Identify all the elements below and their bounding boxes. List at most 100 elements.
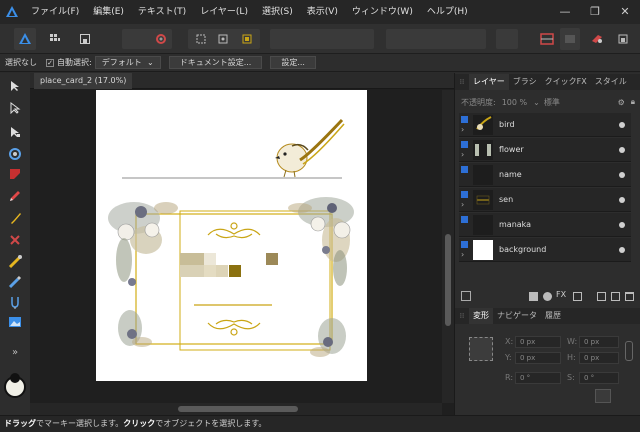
duplicate-layer-icon[interactable] [611, 292, 620, 301]
snap-grid-icon[interactable] [236, 28, 258, 50]
node-tool-icon[interactable] [6, 99, 24, 117]
layer-thumbnail [473, 215, 493, 235]
horizontal-scroll-thumb[interactable] [178, 406, 298, 412]
gradient-tool-icon[interactable] [6, 253, 24, 271]
toolbar-group-align [496, 29, 518, 49]
vertical-scrollbar[interactable] [442, 90, 454, 403]
layer-visibility-toggle[interactable] [619, 147, 625, 153]
opacity-value[interactable]: 100 % [502, 98, 527, 107]
tab-navigator[interactable]: ナビゲータ [493, 308, 541, 324]
snap-bounds-icon[interactable] [190, 28, 212, 50]
menu-view[interactable]: 表示(V) [300, 0, 345, 24]
export-icon[interactable] [612, 28, 634, 50]
artboard-page[interactable] [96, 90, 367, 381]
layer-row-background[interactable]: › background [459, 238, 631, 262]
transform-origin-button[interactable] [595, 389, 611, 403]
view-mode-icon[interactable] [560, 28, 580, 50]
restore-button[interactable]: ❐ [580, 0, 610, 24]
tools-panel: » [0, 73, 30, 415]
tab-styles[interactable]: スタイル [591, 74, 631, 90]
chevron-right-icon[interactable]: › [461, 150, 464, 159]
horizontal-scrollbar[interactable] [30, 403, 442, 415]
group-icon[interactable] [573, 292, 582, 301]
pixel-persona-icon[interactable] [44, 28, 66, 50]
snap-center-icon[interactable] [212, 28, 234, 50]
layer-visibility-toggle[interactable] [619, 122, 625, 128]
assistant-icon[interactable] [586, 28, 608, 50]
deselect-button[interactable]: 選択なし [0, 57, 42, 68]
menu-edit[interactable]: 編集(E) [86, 0, 131, 24]
gear-icon[interactable] [150, 28, 172, 50]
layer-visibility-toggle[interactable] [619, 172, 625, 178]
layer-visibility-toggle[interactable] [619, 222, 625, 228]
menu-window[interactable]: ウィンドウ(W) [345, 0, 420, 24]
layer-row-bird[interactable]: › bird [459, 113, 631, 137]
menu-select[interactable]: 選択(S) [255, 0, 300, 24]
layer-thumbnail [473, 190, 493, 210]
adjustment-icon[interactable] [543, 292, 552, 301]
panel-grip-icon[interactable]: ⁞⁞ [455, 78, 469, 86]
link-icon[interactable] [625, 341, 633, 361]
h-field[interactable]: 0 px [579, 352, 619, 364]
settings-button[interactable]: 設定... [270, 56, 316, 69]
flower-corner-top-left [108, 202, 178, 286]
corner-tool-icon[interactable] [6, 123, 24, 141]
export-persona-icon[interactable] [74, 28, 96, 50]
vector-crop-icon[interactable] [6, 293, 24, 311]
tab-brushes[interactable]: ブラシ [509, 74, 541, 90]
vertical-scroll-thumb[interactable] [445, 234, 451, 326]
menu-file[interactable]: ファイル(F) [24, 0, 86, 24]
pen-tool-icon[interactable] [6, 165, 24, 183]
fill-tool-icon[interactable] [6, 231, 24, 249]
y-field[interactable]: 0 px [515, 352, 561, 364]
layer-stack-icon[interactable] [461, 291, 471, 301]
place-image-icon[interactable] [6, 313, 24, 331]
chevron-right-icon[interactable]: › [461, 125, 464, 134]
tab-transform[interactable]: 変形 [469, 308, 493, 324]
chevron-right-icon[interactable]: › [461, 200, 464, 209]
chevron-right-icon[interactable]: › [461, 250, 464, 259]
transparency-tool-icon[interactable] [6, 273, 24, 291]
gear-icon[interactable]: ⚙ [618, 98, 625, 107]
more-tools-icon[interactable]: » [6, 343, 24, 361]
document-settings-button[interactable]: ドキュメント設定... [168, 56, 263, 69]
point-transform-icon[interactable] [6, 145, 24, 163]
lock-icon[interactable]: 🔒︎ [631, 97, 635, 107]
layer-visibility-toggle[interactable] [619, 247, 625, 253]
canvas-area: place_card_2 (17.0%) [30, 73, 454, 415]
auto-select-checkbox[interactable]: ✓ [46, 58, 54, 67]
brush-tool-icon[interactable] [6, 209, 24, 227]
x-field[interactable]: 0 px [515, 336, 561, 348]
add-layer-icon[interactable] [597, 292, 606, 301]
menu-text[interactable]: テキスト(T) [131, 0, 193, 24]
status-drag-key: ドラッグ [4, 419, 36, 428]
designer-persona-icon[interactable] [14, 28, 36, 50]
layer-row-name[interactable]: name [459, 163, 631, 187]
w-field[interactable]: 0 px [579, 336, 619, 348]
move-tool-icon[interactable] [6, 77, 24, 95]
layer-visibility-toggle[interactable] [619, 197, 625, 203]
close-button[interactable]: ✕ [610, 0, 640, 24]
minimize-button[interactable]: — [550, 0, 580, 24]
blend-mode-select[interactable]: 標準 [544, 97, 604, 108]
menu-help[interactable]: ヘルプ(H) [420, 0, 475, 24]
rotation-field[interactable]: 0 ° [515, 372, 561, 384]
document-tab[interactable]: place_card_2 (17.0%) [34, 73, 133, 89]
fx-icon[interactable]: FX [556, 290, 566, 299]
tab-quickfx[interactable]: クイックFX [541, 74, 591, 90]
tab-layers[interactable]: レイヤー [469, 74, 509, 90]
auto-select-dropdown[interactable]: デフォルト ⌄ [94, 56, 161, 69]
trash-icon[interactable] [625, 292, 634, 301]
menu-layer[interactable]: レイヤー(L) [193, 0, 255, 24]
tab-history[interactable]: 履歴 [541, 308, 565, 324]
layer-row-manaka[interactable]: manaka [459, 213, 631, 237]
anchor-selector[interactable] [469, 337, 493, 361]
grid-icon[interactable] [536, 28, 558, 50]
layer-row-flower[interactable]: › flower [459, 138, 631, 162]
layer-row-sen[interactable]: › sen [459, 188, 631, 212]
panel-grip-icon[interactable]: ⁞⁞ [455, 312, 469, 320]
mask-icon[interactable] [529, 292, 538, 301]
shear-field[interactable]: 0 ° [579, 372, 619, 384]
pencil-tool-icon[interactable] [6, 187, 24, 205]
stroke-color-swatch[interactable] [10, 373, 20, 383]
